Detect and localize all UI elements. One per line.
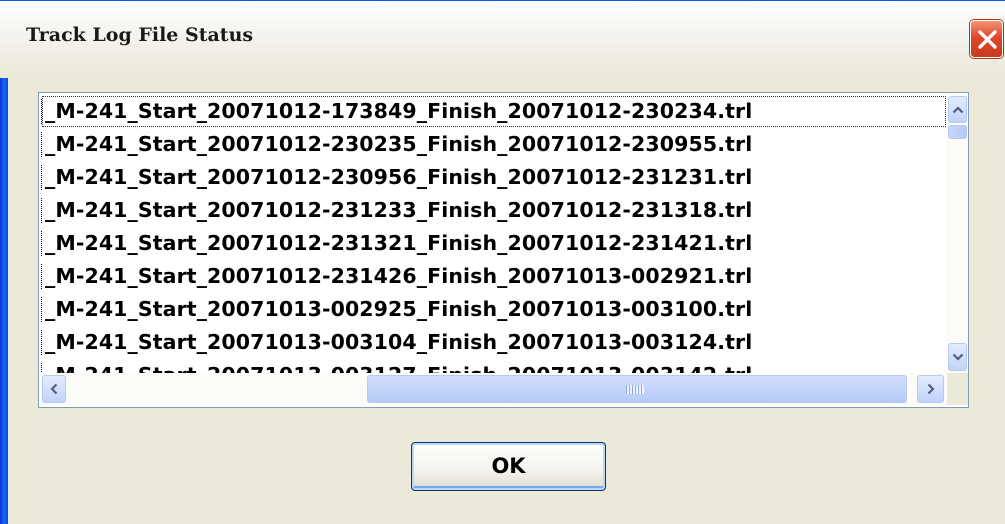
scroll-right-button[interactable] [917, 375, 944, 403]
list-item[interactable]: _M-241_Start_20071012-231426_Finish_2007… [41, 260, 947, 293]
vertical-scroll-thumb[interactable] [948, 125, 967, 139]
list-item[interactable]: _M-241_Start_20071013-002925_Finish_2007… [41, 293, 947, 326]
scrollbar-corner [947, 373, 968, 405]
chevron-right-icon [927, 383, 934, 395]
scroll-left-button[interactable] [42, 375, 66, 403]
list-item[interactable]: _M-241_Start_20071012-230956_Finish_2007… [41, 161, 947, 194]
horizontal-scrollbar[interactable] [41, 373, 947, 405]
dialog-window: Track Log File Status _M-241_Start_20071… [0, 0, 1005, 524]
chevron-up-icon [952, 106, 963, 113]
horizontal-scroll-thumb[interactable] [367, 375, 907, 403]
ok-button[interactable]: OK [411, 442, 606, 491]
list-item[interactable]: _M-241_Start_20071012-230235_Finish_2007… [41, 128, 947, 161]
chevron-down-icon [952, 353, 963, 361]
title-bar[interactable]: Track Log File Status [0, 0, 1005, 78]
chevron-left-icon [50, 383, 58, 395]
list-item[interactable]: _M-241_Start_20071012-231321_Finish_2007… [41, 227, 947, 260]
window-title: Track Log File Status [26, 24, 254, 46]
list-area: _M-241_Start_20071012-173849_Finish_2007… [41, 95, 947, 375]
close-icon [978, 30, 997, 49]
close-button[interactable] [970, 20, 1003, 58]
list-item[interactable]: _M-241_Start_20071012-173849_Finish_2007… [41, 95, 947, 128]
window-frame-left [0, 0, 8, 524]
list-item[interactable]: _M-241_Start_20071012-231233_Finish_2007… [41, 194, 947, 227]
scroll-down-button[interactable] [948, 343, 967, 371]
vertical-scrollbar[interactable] [947, 95, 968, 373]
list-item[interactable]: _M-241_Start_20071013-003104_Finish_2007… [41, 326, 947, 359]
grip-icon [626, 385, 644, 394]
track-log-listbox[interactable]: _M-241_Start_20071012-173849_Finish_2007… [38, 92, 969, 408]
scroll-up-button[interactable] [948, 96, 967, 123]
